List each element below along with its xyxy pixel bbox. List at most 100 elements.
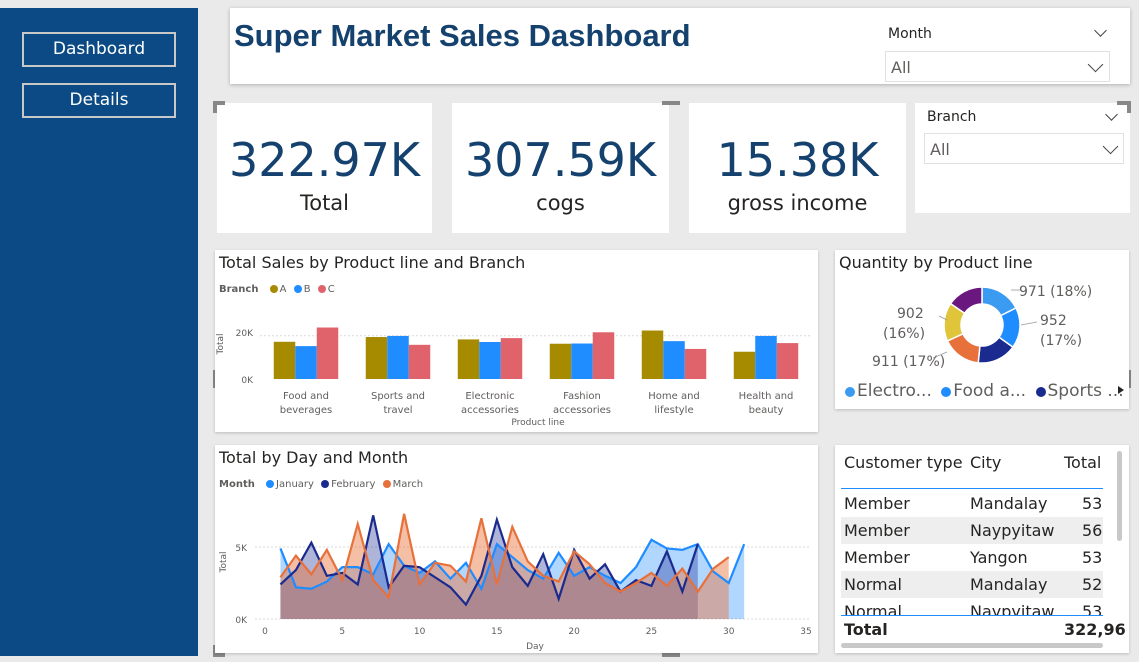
- resize-handle[interactable]: [213, 101, 217, 113]
- dashboard-nav-button[interactable]: Dashboard: [22, 32, 176, 67]
- horizontal-scrollbar[interactable]: [841, 643, 1103, 648]
- legend-dot: [845, 387, 855, 397]
- donut-data-label: 952: [1040, 313, 1067, 329]
- kpi-label: cogs: [536, 191, 585, 215]
- bar-chart-y-tick: 0K: [241, 376, 254, 386]
- donut-chart-card: Quantity by Product line 971 (18%) 952 (…: [835, 250, 1129, 409]
- area-chart-x-tick: 30: [723, 627, 735, 637]
- header-card: Super Market Sales Dashboard Month All: [230, 8, 1130, 84]
- total-divider: [841, 615, 1103, 616]
- table-row[interactable]: Member Yangon 53,63: [841, 544, 1103, 571]
- bar-chart-x-tick: Food and: [283, 391, 329, 402]
- month-slicer-value: All: [891, 58, 911, 77]
- branch-slicer-card: Branch All: [915, 103, 1130, 213]
- kpi-value: 307.59K: [464, 133, 657, 187]
- cell-total: 53,70: [1082, 494, 1103, 513]
- bar-a[interactable]: [641, 330, 664, 379]
- bar-chart-y-axis-title: Total: [216, 333, 226, 355]
- kpi-card-gross-income: 15.38K gross income: [689, 103, 906, 233]
- month-slicer-dropdown[interactable]: All: [885, 51, 1110, 82]
- kpi-value: 15.38K: [716, 133, 879, 187]
- bar-a[interactable]: [365, 337, 388, 379]
- cell-total: 52,49: [1082, 575, 1103, 594]
- area-chart-x-tick: 35: [800, 627, 811, 637]
- area-chart-plot: Total 0K 5K Day 0 5 10 15 20 25 30 35: [219, 513, 812, 652]
- table-row[interactable]: Normal Naypyitaw 53,68: [841, 598, 1103, 615]
- donut-data-label: 971 (18%): [1019, 284, 1092, 300]
- table-row[interactable]: Member Naypyitaw 56,88: [841, 517, 1103, 544]
- cell-city: Mandalay: [970, 575, 1048, 594]
- table-header-city[interactable]: City: [970, 453, 1001, 472]
- resize-handle[interactable]: [662, 653, 680, 657]
- chevron-down-icon: [1087, 56, 1104, 73]
- table-total-label: Total: [844, 620, 888, 639]
- bar-b[interactable]: [295, 346, 317, 379]
- bar-b[interactable]: [479, 342, 501, 379]
- table-header-total[interactable]: Total: [1064, 453, 1101, 472]
- bar-a[interactable]: [733, 351, 756, 379]
- bar-c[interactable]: [500, 338, 523, 379]
- bar-chart-x-tick: Sports and: [371, 391, 425, 402]
- bar-b[interactable]: [663, 341, 685, 379]
- table-row[interactable]: Normal Mandalay 52,49: [841, 571, 1103, 598]
- bar-c[interactable]: [684, 348, 707, 379]
- cell-customer-type: Member: [844, 494, 910, 513]
- branch-slicer-value: All: [930, 140, 950, 159]
- cell-total: 56,88: [1082, 521, 1103, 540]
- kpi-card-total: 322.97K Total: [217, 103, 432, 233]
- bar-a[interactable]: [549, 343, 572, 379]
- bar-b[interactable]: [755, 335, 777, 379]
- area-chart-y-tick: 5K: [235, 544, 248, 554]
- donut-data-label: 911 (17%): [872, 354, 945, 370]
- cell-total: 53,63: [1082, 548, 1103, 567]
- branch-slicer-label: Branch: [927, 109, 977, 125]
- cell-customer-type: Member: [844, 521, 910, 540]
- bar-c[interactable]: [592, 332, 615, 379]
- chevron-down-icon[interactable]: [1094, 24, 1107, 37]
- bar-c[interactable]: [316, 327, 339, 379]
- vertical-scrollbar[interactable]: [1117, 451, 1122, 541]
- area-chart-x-tick: 20: [568, 627, 580, 637]
- table-header-customer-type[interactable]: Customer type: [844, 453, 963, 472]
- details-nav-button[interactable]: Details: [22, 83, 176, 118]
- bar-a[interactable]: [273, 341, 296, 379]
- bar-chart-x-tick: travel: [383, 405, 412, 416]
- bar-chart-x-tick: Fashion: [563, 391, 601, 402]
- bar-chart-x-tick: beauty: [749, 405, 784, 416]
- legend-next-icon[interactable]: [1118, 386, 1124, 394]
- area-chart-x-tick: 25: [646, 627, 657, 637]
- area-chart-y-axis-title: Total: [219, 551, 229, 573]
- resize-handle[interactable]: [662, 101, 680, 105]
- bar-a[interactable]: [457, 339, 480, 379]
- kpi-label: gross income: [727, 191, 868, 215]
- bar-chart-x-tick: accessories: [553, 405, 611, 416]
- donut-data-label: (17%): [1040, 333, 1082, 349]
- cell-city: Mandalay: [970, 494, 1048, 513]
- bar-b[interactable]: [387, 335, 409, 379]
- kpi-label: Total: [299, 191, 350, 215]
- bar-chart-x-axis-title: Product line: [511, 418, 565, 428]
- branch-slicer-dropdown[interactable]: All: [924, 133, 1124, 164]
- legend-label: Food a...: [953, 381, 1027, 401]
- bar-chart-x-tick: lifestyle: [654, 405, 693, 416]
- legend-dot: [941, 387, 952, 397]
- table-row[interactable]: Member Mandalay 53,70: [841, 490, 1103, 517]
- month-slicer-label: Month: [888, 26, 932, 42]
- customer-table-card: Customer type City Total Member Mandalay…: [835, 445, 1129, 653]
- kpi-value: 322.97K: [228, 133, 421, 187]
- donut-data-label: (16%): [883, 326, 925, 342]
- bar-chart-x-tick: Health and: [739, 391, 794, 402]
- bar-c[interactable]: [776, 343, 799, 379]
- cell-city: Naypyitaw: [970, 602, 1055, 615]
- bar-chart-y-tick: 20K: [236, 329, 254, 339]
- resize-handle[interactable]: [1127, 101, 1131, 113]
- area-chart-x-axis-title: Day: [526, 642, 544, 652]
- bar-b[interactable]: [571, 343, 593, 379]
- chevron-down-icon[interactable]: [1105, 108, 1118, 121]
- donut-data-label: 902: [897, 306, 924, 322]
- chevron-down-icon: [1102, 138, 1119, 155]
- bar-c[interactable]: [408, 344, 431, 379]
- donut-legend: Electro... Food a... Sports ...: [841, 381, 1124, 401]
- resize-handle[interactable]: [213, 653, 225, 657]
- bar-chart-x-tick: accessories: [461, 405, 519, 416]
